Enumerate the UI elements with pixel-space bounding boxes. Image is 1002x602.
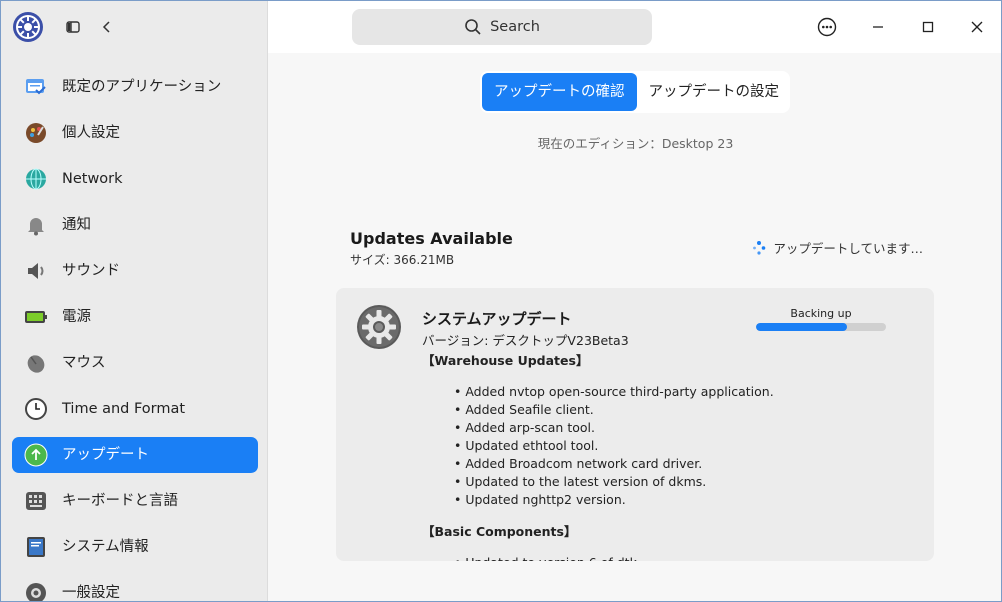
settings-window: 既定のアプリケーション 個人設定 Network 通知サウンド電源マウス Time an… <box>0 0 1002 602</box>
sidebar-item-keyboard[interactable]: キーボードと言語 <box>12 483 258 519</box>
update-version: バージョン: デスクトップV23Beta3 <box>422 333 629 348</box>
minimize-icon <box>873 26 883 28</box>
sidebar-item-label: Time and Format <box>62 401 186 417</box>
tab-update-settings[interactable]: アップデートの設定 <box>637 73 792 111</box>
search-icon <box>465 19 481 35</box>
sidebar-item-system-info[interactable]: システム情報 <box>12 529 258 565</box>
maximize-button[interactable] <box>916 15 940 39</box>
release-note-item: • Added Broadcom network card driver. <box>454 456 703 471</box>
sidebar-item-label: 通知 <box>62 217 91 233</box>
main-panel: Search アップデートの確認 アップデートの設定 現在のエディション：Des… <box>268 1 1001 601</box>
release-notes-heading: 【Warehouse Updates】 <box>422 353 589 368</box>
release-note-item: • Updated to the latest version of dkms. <box>454 474 707 489</box>
spinner-icon <box>753 240 766 255</box>
app-logo-icon <box>13 12 43 42</box>
sidebar-item-label: マウス <box>62 355 106 371</box>
current-edition: 現在のエディション：Desktop 23 <box>537 136 734 151</box>
sidebar-item-label: 一般設定 <box>62 585 120 601</box>
sidebar: 既定のアプリケーション 個人設定 Network 通知サウンド電源マウス Time an… <box>1 1 268 601</box>
update-status: アップデートしています… <box>751 238 923 257</box>
sidebar-item-label: 電源 <box>62 309 91 325</box>
release-note-item: • Updated nghttp2 version. <box>454 492 626 507</box>
update-status-text: アップデートしています… <box>773 241 923 256</box>
minimize-button[interactable] <box>866 15 890 39</box>
sidebar-item-network[interactable]: Network <box>12 161 258 197</box>
search-placeholder: Search <box>490 19 540 35</box>
system-update-card: システムアップデート バージョン: デスクトップV23Beta3 Backing… <box>336 288 934 561</box>
clock-icon <box>24 397 48 421</box>
release-note-item: • Updated to version 6 of dtk. <box>422 554 922 561</box>
progress-label: Backing up <box>790 307 852 320</box>
sidebar-header <box>1 1 268 53</box>
sidebar-item-clock[interactable]: Time and Format <box>12 391 258 427</box>
battery-icon <box>24 305 48 329</box>
close-button[interactable] <box>965 15 989 39</box>
search-input[interactable]: Search <box>352 9 652 45</box>
updates-size: サイズ: 366.21MB <box>350 253 455 267</box>
update-tabs: アップデートの確認 アップデートの設定 <box>480 71 790 113</box>
more-options-icon <box>817 17 837 37</box>
sidebar-item-label: アップデート <box>62 447 149 463</box>
sidebar-item-battery[interactable]: 電源 <box>12 299 258 335</box>
bell-icon <box>24 213 48 237</box>
sidebar-item-bell[interactable]: 通知 <box>12 207 258 243</box>
release-note-item: • Updated ethtool tool. <box>454 438 599 453</box>
speaker-icon <box>24 259 48 283</box>
close-icon <box>971 21 983 33</box>
sidebar-item-general-settings[interactable]: 一般設定 <box>12 575 258 601</box>
progress-bar <box>756 323 886 331</box>
release-note-item: • Added nvtop open-source third-party ap… <box>454 384 774 399</box>
sidebar-item-label: 個人設定 <box>62 125 120 141</box>
more-options-button[interactable] <box>815 15 839 39</box>
sidebar-item-mouse[interactable]: マウス <box>12 345 258 381</box>
release-note-item: • Added arp-scan tool. <box>454 420 595 435</box>
update-title: システムアップデート <box>422 310 572 328</box>
mouse-icon <box>24 351 48 375</box>
sidebar-item-label: 既定のアプリケーション <box>62 79 222 95</box>
network-icon <box>24 167 48 191</box>
sidebar-toggle-button[interactable] <box>62 16 84 38</box>
sidebar-item-update-arrow[interactable]: アップデート <box>12 437 258 473</box>
general-settings-icon <box>24 581 48 601</box>
release-notes: 【Warehouse Updates】 • Added nvtop open-so… <box>422 350 922 561</box>
updates-title: Updates Available <box>350 229 513 248</box>
progress-fill <box>756 323 847 331</box>
back-button[interactable] <box>96 16 118 38</box>
personalization-icon <box>24 121 48 145</box>
sidebar-item-label: キーボードと言語 <box>62 493 178 509</box>
release-note-item: • Added Seafile client. <box>454 402 594 417</box>
release-notes-heading: 【Basic Components】 <box>422 524 577 539</box>
sidebar-item-label: システム情報 <box>62 539 149 555</box>
titlebar: Search <box>268 1 1001 53</box>
sidebar-toggle-icon <box>66 21 80 33</box>
maximize-icon <box>922 21 934 33</box>
sidebar-item-label: Network <box>62 171 123 187</box>
update-arrow-icon <box>24 443 48 467</box>
sidebar-item-personalization[interactable]: 個人設定 <box>12 115 258 151</box>
system-info-icon <box>24 535 48 559</box>
chevron-left-icon <box>102 21 110 33</box>
gear-icon <box>357 305 401 349</box>
sidebar-item-default-apps[interactable]: 既定のアプリケーション <box>12 69 258 105</box>
keyboard-icon <box>24 489 48 513</box>
tab-check-updates[interactable]: アップデートの確認 <box>482 73 637 111</box>
sidebar-item-speaker[interactable]: サウンド <box>12 253 258 289</box>
default-apps-icon <box>24 75 48 99</box>
sidebar-item-label: サウンド <box>62 263 120 279</box>
